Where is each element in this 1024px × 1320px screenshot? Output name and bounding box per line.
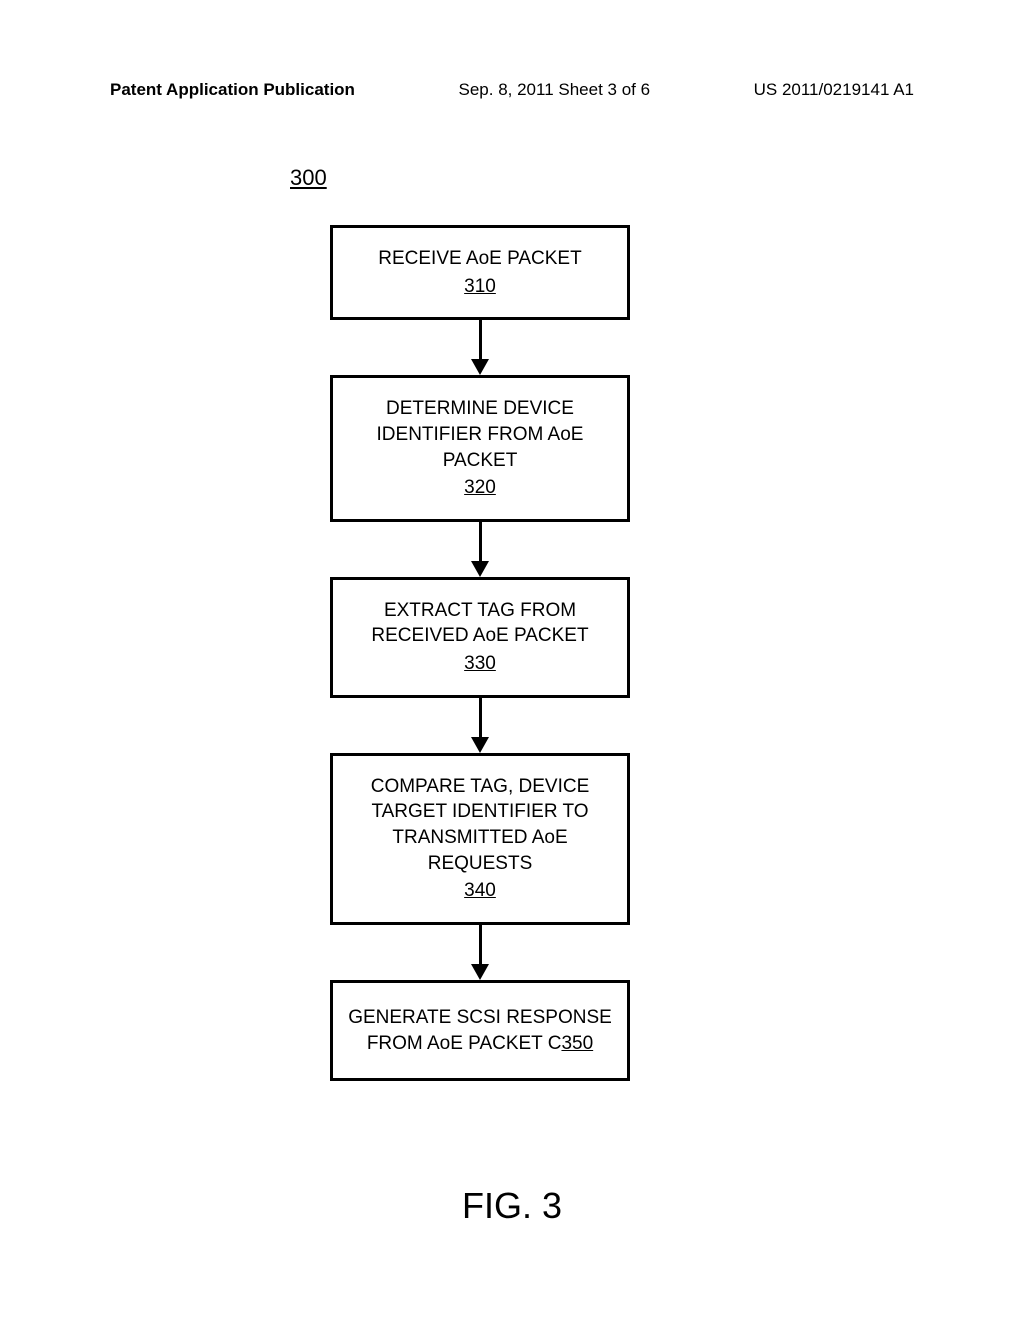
arrow-down-icon <box>478 925 482 980</box>
box-ref: 320 <box>464 475 496 501</box>
figure-label: FIG. 3 <box>0 1185 1024 1227</box>
flowchart-box-receive-packet: RECEIVE AoE PACKET 310 <box>330 225 630 320</box>
box-ref: 340 <box>464 878 496 904</box>
flowchart-box-generate-response: GENERATE SCSI RESPONSE FROM AoE PACKET C… <box>330 980 630 1081</box>
arrow-down-icon <box>478 522 482 577</box>
box-ref: 350 <box>561 1033 593 1054</box>
box-text: RECEIVE AoE PACKET <box>378 246 581 272</box>
box-ref: 330 <box>464 651 496 677</box>
flowchart-box-compare-tag: COMPARE TAG, DEVICE TARGET IDENTIFIER TO… <box>330 753 630 925</box>
arrow-down-icon <box>478 698 482 753</box>
box-text: EXTRACT TAG FROM RECEIVED AoE PACKET <box>348 598 612 649</box>
header-left: Patent Application Publication <box>110 80 355 100</box>
figure-reference-number: 300 <box>290 165 327 191</box>
box-ref: 310 <box>464 274 496 300</box>
header-right: US 2011/0219141 A1 <box>754 80 914 100</box>
flowchart-box-extract-tag: EXTRACT TAG FROM RECEIVED AoE PACKET 330 <box>330 577 630 698</box>
box-text: COMPARE TAG, DEVICE TARGET IDENTIFIER TO… <box>348 774 612 877</box>
page-header: Patent Application Publication Sep. 8, 2… <box>0 80 1024 100</box>
box-text: DETERMINE DEVICE IDENTIFIER FROM AoE PAC… <box>348 396 612 473</box>
arrow-down-icon <box>478 320 482 375</box>
box-text: GENERATE SCSI RESPONSE FROM AoE PACKET C… <box>343 1005 617 1056</box>
header-center: Sep. 8, 2011 Sheet 3 of 6 <box>459 80 651 100</box>
flowchart: RECEIVE AoE PACKET 310 DETERMINE DEVICE … <box>330 225 630 1081</box>
flowchart-box-determine-device: DETERMINE DEVICE IDENTIFIER FROM AoE PAC… <box>330 375 630 522</box>
